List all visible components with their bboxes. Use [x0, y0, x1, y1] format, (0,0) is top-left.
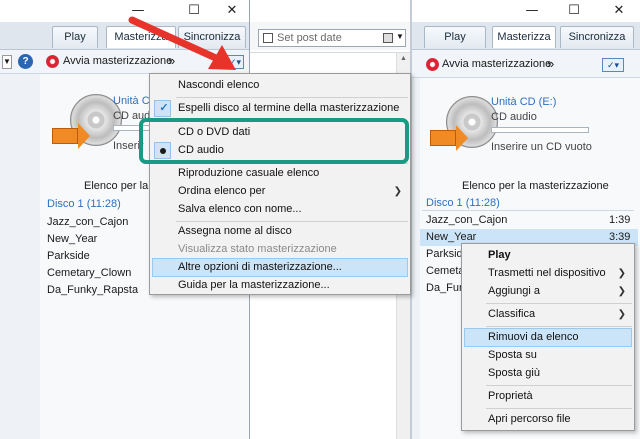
more-chevron[interactable]: »: [547, 56, 554, 71]
dropdown-chevron-icon[interactable]: ▼: [2, 55, 12, 69]
red-arrow-annotation: [128, 16, 236, 70]
menu-sort-list[interactable]: Ordina elenco per ❯: [150, 182, 410, 201]
close-icon[interactable]: ✕: [605, 0, 633, 22]
burn-progress: [491, 127, 589, 133]
menu-view-burn-status[interactable]: Visualizza stato masterizzazione: [150, 240, 410, 259]
menu-more-burn-options[interactable]: Altre opzioni di masterizzazione...: [152, 258, 408, 277]
search-placeholder: Set post date: [277, 32, 342, 44]
drive-type: CD audio: [491, 111, 537, 123]
menu-eject-after-burn[interactable]: ✓ Espelli disco al termine della masteri…: [150, 99, 410, 118]
checkmark-icon: ✓: [159, 102, 169, 114]
drive-name[interactable]: Unità CD (E:): [491, 96, 556, 108]
burn-arrow-icon: [52, 123, 90, 149]
track-2[interactable]: New_Year: [426, 231, 476, 243]
search-box[interactable]: Set post date ▼: [258, 29, 406, 47]
ctx-move-up[interactable]: Sposta su: [462, 346, 634, 365]
submenu-arrow-icon: ❯: [617, 309, 626, 320]
track-4[interactable]: Cemeta: [426, 265, 465, 277]
menu-name-disc[interactable]: Assegna nome al disco: [150, 222, 410, 241]
highlight-box: [139, 118, 409, 164]
left-gutter: [0, 74, 40, 439]
minimize-icon[interactable]: —: [518, 0, 546, 22]
menu-save-list-as[interactable]: Salva elenco con nome...: [150, 200, 410, 219]
insert-disc-text: Inserire un CD vuoto: [491, 141, 592, 153]
track-2[interactable]: New_Year: [47, 233, 97, 245]
burn-options-icon[interactable]: ✓▾: [602, 58, 624, 72]
ctx-rating[interactable]: Classifica ❯: [462, 305, 634, 324]
tab-burn[interactable]: Masterizza: [492, 26, 556, 48]
burn-arrow-icon: [430, 125, 468, 151]
calendar-icon[interactable]: [383, 33, 393, 43]
disc-label: Disco 1 (11:28): [426, 197, 500, 209]
ctx-add-to[interactable]: Aggiungi a ❯: [462, 282, 634, 301]
right-title-bar: — ☐ ✕: [412, 0, 640, 22]
disc-label: Disco 1 (11:28): [47, 198, 121, 210]
submenu-arrow-icon: ❯: [617, 268, 626, 279]
tab-play[interactable]: Play: [52, 26, 98, 48]
burn-disc-icon[interactable]: [426, 58, 439, 71]
tab-play[interactable]: Play: [424, 26, 486, 48]
scroll-up-icon[interactable]: ▲: [400, 55, 407, 62]
start-burn-button[interactable]: Avvia masterizzazione: [442, 58, 551, 70]
ctx-cast-to-device[interactable]: Trasmetti nel dispositivo ❯: [462, 264, 634, 283]
right-tab-strip: Play Masterizza Sincronizza: [412, 22, 640, 50]
track-1-duration: 1:39: [609, 214, 631, 226]
track-2-duration: 3:39: [609, 231, 631, 243]
menu-burn-help[interactable]: Guida per la masterizzazione...: [150, 276, 410, 295]
dropdown-arrow-icon[interactable]: ▼: [396, 32, 404, 41]
ctx-remove-from-list[interactable]: Rimuovi da elenco: [464, 328, 632, 347]
track-5[interactable]: Da_Funky_Rapsta: [47, 284, 138, 296]
ctx-open-file-location[interactable]: Apri percorso file: [462, 410, 634, 429]
track-5[interactable]: Da_Fun: [426, 282, 465, 294]
burn-options-menu: Nascondi elenco ✓ Espelli disco al termi…: [149, 73, 411, 295]
right-burn-toolbar: Avvia masterizzazione » ✓▾: [412, 50, 640, 78]
track-1[interactable]: Jazz_con_Cajon: [426, 214, 507, 226]
track-3[interactable]: Parkside: [47, 250, 90, 262]
burn-disc-icon[interactable]: [46, 55, 59, 68]
track-4[interactable]: Cemetary_Clown: [47, 267, 131, 279]
track-context-menu: Play Trasmetti nel dispositivo ❯ Aggiung…: [461, 243, 635, 431]
checkbox-icon[interactable]: [263, 33, 273, 43]
ctx-play[interactable]: Play: [462, 246, 634, 265]
burn-list-title: Elenco per la masterizzazione: [462, 180, 609, 192]
submenu-arrow-icon: ❯: [393, 186, 402, 197]
ctx-properties[interactable]: Proprietà: [462, 387, 634, 406]
maximize-icon[interactable]: ☐: [560, 0, 588, 22]
submenu-arrow-icon: ❯: [617, 286, 626, 297]
help-icon[interactable]: ?: [18, 54, 33, 69]
ctx-move-down[interactable]: Sposta giù: [462, 364, 634, 383]
track-1[interactable]: Jazz_con_Cajon: [47, 216, 128, 228]
menu-hide-list[interactable]: Nascondi elenco: [150, 76, 410, 95]
tab-sync[interactable]: Sincronizza: [560, 26, 634, 48]
menu-shuffle-list[interactable]: Riproduzione casuale elenco: [150, 164, 410, 183]
